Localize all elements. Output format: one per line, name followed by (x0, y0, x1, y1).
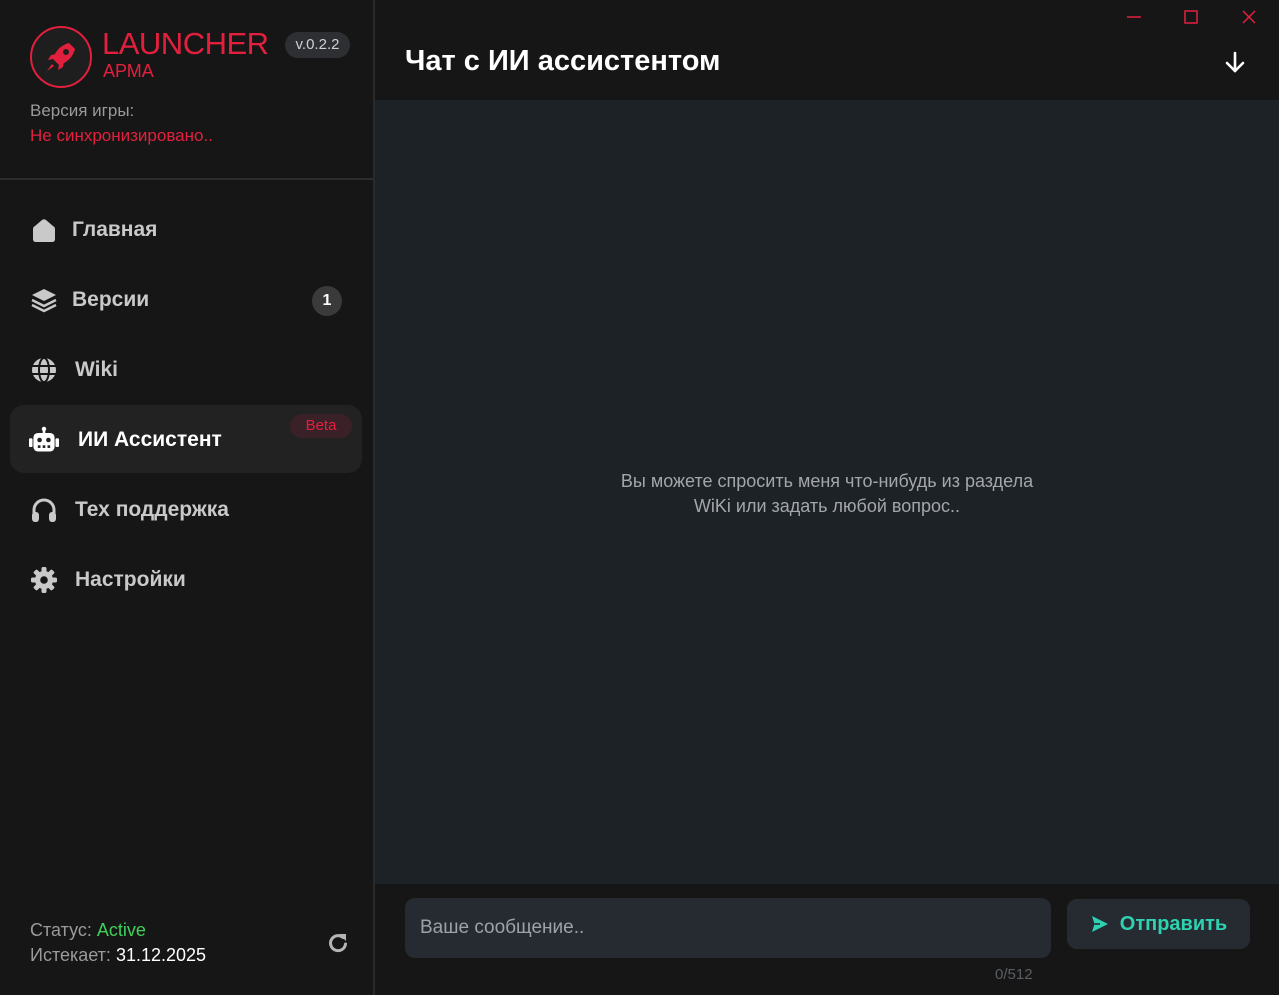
sidebar-item-settings[interactable]: Настройки (10, 545, 362, 613)
rocket-logo-icon (30, 26, 92, 88)
layers-icon (29, 285, 59, 315)
chat-empty-state: Вы можете спросить меня что-нибудь из ра… (375, 469, 1279, 519)
sidebar-item-wiki[interactable]: Wiki (10, 335, 362, 403)
close-icon (1242, 10, 1256, 24)
headphones-icon (29, 495, 59, 525)
page-title: Чат с ИИ ассистентом (405, 45, 721, 77)
main-header: Чат с ИИ ассистентом (375, 0, 1279, 100)
status-label: Статус: (30, 920, 92, 940)
scroll-to-bottom-button[interactable] (1221, 48, 1249, 76)
beta-badge: Beta (290, 414, 352, 438)
gear-icon (29, 565, 59, 595)
send-icon (1091, 916, 1108, 932)
app-name: LAUNCHER (102, 26, 269, 61)
sidebar: LAUNCHER АРМА v.0.2.2 Версия игры: Не си… (0, 0, 375, 995)
game-version-label: Версия игры: (30, 101, 135, 120)
composer: Отправить 0/512 (375, 884, 1279, 995)
empty-state-line: Вы можете спросить меня что-нибудь из ра… (620, 471, 1034, 491)
maximize-icon (1184, 10, 1198, 24)
expires-value: 31.12.2025 (115, 945, 207, 965)
minimize-icon (1127, 16, 1141, 18)
sidebar-item-label: Wiki (75, 358, 118, 381)
sidebar-item-support[interactable]: Тех поддержка (10, 475, 362, 543)
sidebar-item-label: Версии (72, 288, 150, 311)
subscription-expiry: Истекает: 31.12.2025 (30, 944, 206, 966)
globe-icon (29, 355, 59, 385)
arrow-down-icon (1225, 51, 1245, 73)
status-value: Active (96, 920, 146, 940)
sidebar-divider (0, 178, 373, 180)
app-subtitle: АРМА (103, 61, 154, 81)
empty-state-line: WiKi или задать любой вопрос.. (693, 496, 961, 516)
version-badge: v.0.2.2 (285, 32, 350, 58)
close-button[interactable] (1238, 6, 1260, 28)
home-icon (29, 215, 59, 245)
robot-icon (29, 425, 59, 455)
sidebar-item-versions[interactable]: Версии 1 (10, 265, 362, 333)
sidebar-item-label: ИИ Ассистент (78, 428, 222, 451)
maximize-button[interactable] (1180, 6, 1202, 28)
chat-area: Вы можете спросить меня что-нибудь из ра… (375, 100, 1279, 884)
message-input[interactable] (405, 898, 1051, 958)
sidebar-item-label: Главная (72, 218, 158, 241)
minimize-button[interactable] (1123, 6, 1145, 28)
send-button-label: Отправить (1119, 912, 1228, 935)
sidebar-item-label: Тех поддержка (75, 498, 229, 521)
char-counter: 0/512 (995, 966, 1033, 983)
refresh-button[interactable] (324, 929, 352, 957)
expires-label: Истекает: (30, 945, 111, 965)
game-version-value: Не синхронизировано.. (30, 126, 213, 145)
send-button[interactable]: Отправить (1067, 899, 1250, 949)
versions-count-badge: 1 (312, 286, 342, 316)
sidebar-item-label: Настройки (75, 568, 186, 591)
subscription-status: Статус: Active (30, 919, 146, 941)
sidebar-item-ai-assistant[interactable]: ИИ Ассистент Beta (10, 405, 362, 473)
sidebar-item-home[interactable]: Главная (10, 195, 362, 263)
refresh-icon (329, 934, 347, 953)
